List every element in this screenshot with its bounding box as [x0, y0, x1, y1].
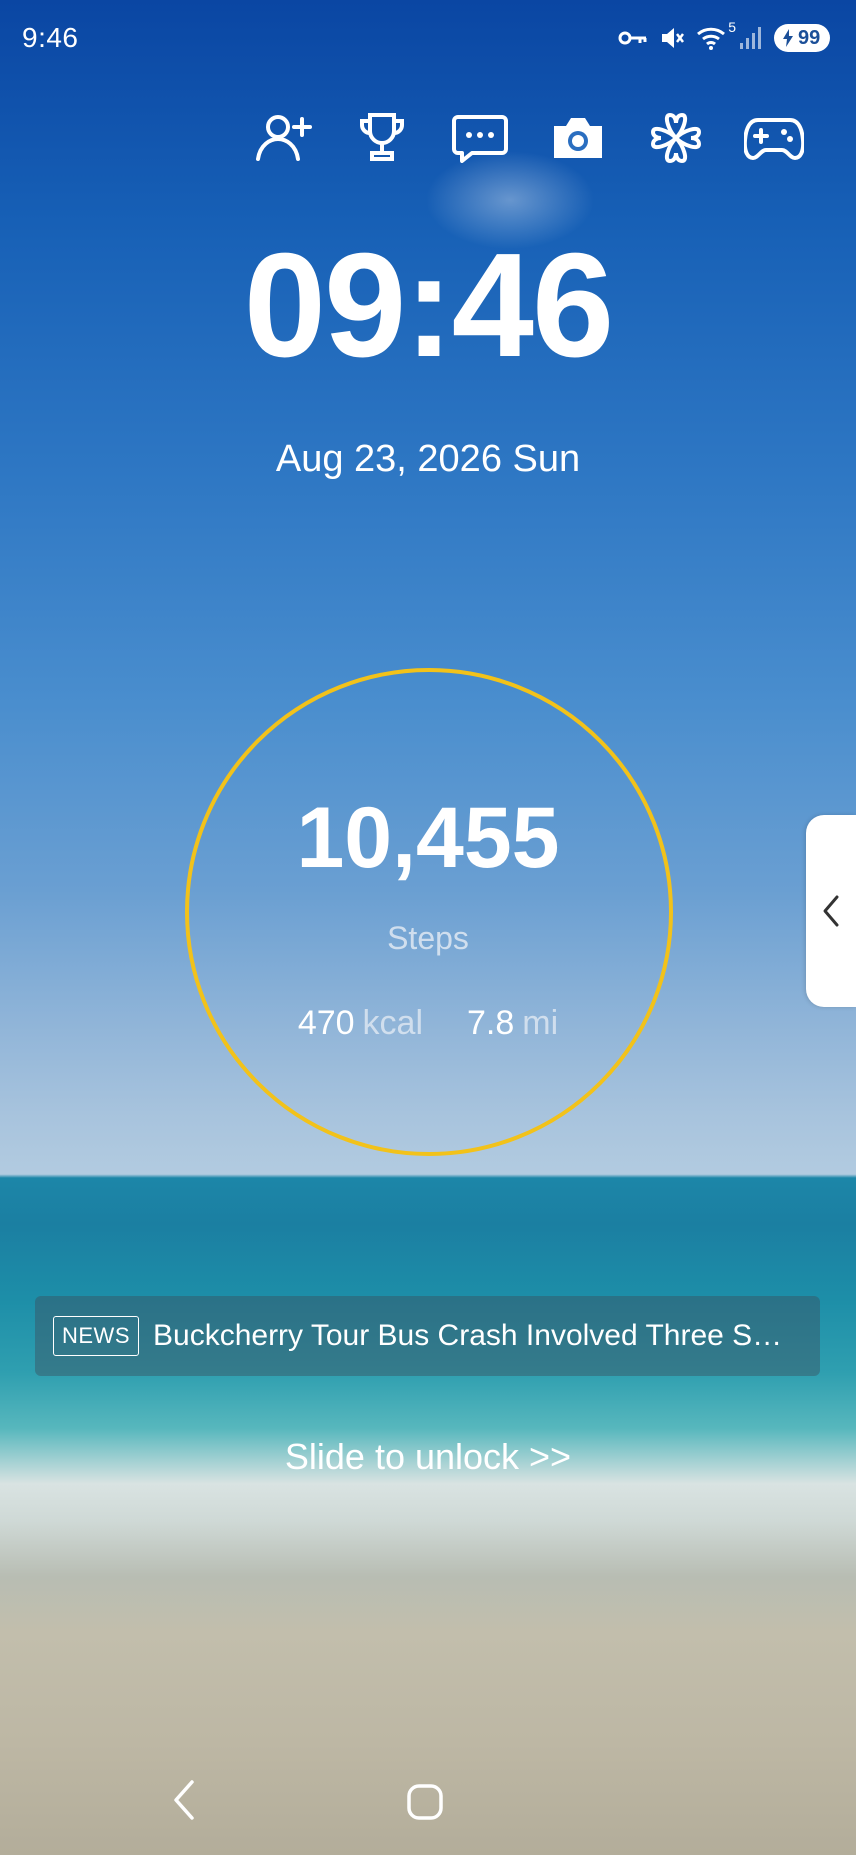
- wifi-icon: 5: [696, 19, 736, 51]
- side-panel-handle[interactable]: [806, 815, 856, 1007]
- lockscreen-clock: 09:46: [243, 223, 615, 388]
- camera-icon[interactable]: [548, 108, 608, 168]
- shortcut-bar: [254, 108, 814, 168]
- home-square-icon: [407, 1784, 443, 1820]
- signal-icon: [738, 25, 764, 51]
- battery-level: 99: [798, 26, 821, 49]
- back-chevron-icon: [174, 1780, 194, 1820]
- clover-icon[interactable]: [646, 108, 706, 168]
- chevron-left-icon: [823, 895, 839, 927]
- status-bar: 9:46 5 99: [0, 0, 856, 80]
- distance-value: 7.8: [467, 1004, 515, 1042]
- steps-stats: 470 kcal 7.8 mi: [0, 1004, 856, 1043]
- battery-indicator: 99: [774, 24, 830, 52]
- lockscreen-date: Aug 23, 2026 Sun: [275, 438, 581, 480]
- key-icon: [618, 28, 648, 48]
- steps-ring[interactable]: [185, 668, 673, 1156]
- distance-stat: 7.8 mi: [467, 1004, 558, 1043]
- back-button[interactable]: [160, 1772, 208, 1828]
- wifi-band-label: 5: [728, 19, 736, 35]
- status-time: 9:46: [22, 22, 79, 53]
- home-button[interactable]: [401, 1778, 449, 1826]
- steps-label: Steps: [387, 920, 469, 956]
- news-badge: NEWS: [53, 1316, 139, 1356]
- mute-icon: [658, 24, 686, 52]
- calories-value: 470: [297, 1004, 355, 1042]
- gamepad-icon[interactable]: [744, 108, 804, 168]
- add-friend-icon[interactable]: [254, 108, 314, 168]
- calories-unit: kcal: [362, 1004, 424, 1042]
- trophy-icon[interactable]: [352, 108, 412, 168]
- charging-bolt-icon: [783, 29, 793, 47]
- message-icon[interactable]: [450, 108, 510, 168]
- news-headline: Buckcherry Tour Bus Crash Involved Three…: [153, 1319, 793, 1352]
- slide-to-unlock[interactable]: Slide to unlock >>: [0, 1436, 856, 1478]
- calories-stat: 470 kcal: [298, 1004, 423, 1043]
- steps-count: 10,455: [296, 790, 560, 886]
- distance-unit: mi: [522, 1004, 559, 1042]
- news-ticker[interactable]: NEWS Buckcherry Tour Bus Crash Involved …: [35, 1296, 820, 1376]
- status-icons: 5 99: [618, 19, 830, 52]
